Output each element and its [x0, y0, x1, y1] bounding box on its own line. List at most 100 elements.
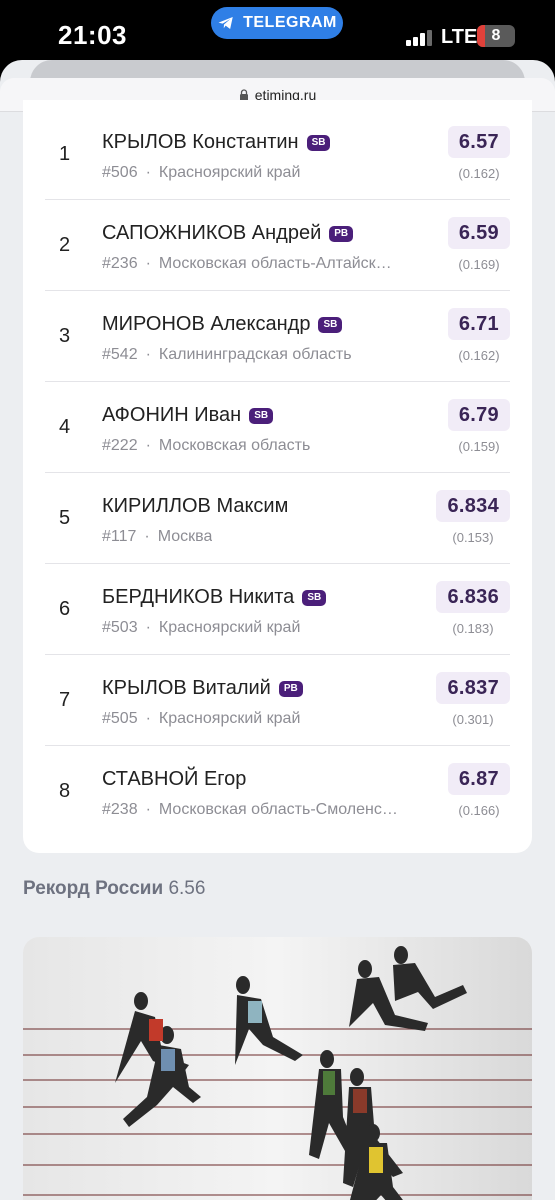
athlete-details: #236 · Московская область-Алтайск…	[102, 255, 392, 273]
reaction-time: (0.162)	[458, 166, 500, 181]
place-number: 6	[59, 598, 71, 620]
reaction-time: (0.169)	[458, 257, 500, 272]
row-divider	[45, 199, 510, 200]
browser-window: etiming.ru 1 КРЫЛОВ Константин SB #506 · Крас…	[0, 60, 555, 1200]
place-number: 2	[59, 234, 71, 256]
national-record: Рекорд России 6.56	[23, 878, 205, 900]
row-divider	[45, 290, 510, 291]
reaction-time: (0.183)	[452, 621, 494, 636]
athlete-name-line: КРЫЛОВ Константин SB	[102, 131, 331, 154]
reaction-time: (0.301)	[452, 712, 494, 727]
athlete-name-line: КИРИЛЛОВ Максим	[102, 495, 288, 518]
photo-finish-image[interactable]	[23, 937, 532, 1200]
sprinters-photo	[23, 937, 532, 1200]
place-number: 4	[59, 416, 71, 438]
battery-icon: 8	[477, 25, 515, 47]
telegram-label: TELEGRAM	[243, 14, 337, 31]
result-time: 6.834	[436, 490, 510, 522]
result-row[interactable]: 7 КРЫЛОВ Виталий PB #505 · Красноярский край 6…	[23, 654, 532, 745]
telegram-icon	[218, 17, 233, 29]
athlete-name-line: СТАВНОЙ Егор	[102, 768, 246, 791]
athlete-name-line: БЕРДНИКОВ Никита SB	[102, 586, 327, 609]
row-divider	[45, 563, 510, 564]
result-row[interactable]: 3 МИРОНОВ Александр SB #542 · Калининградская…	[23, 290, 532, 381]
record-badge: SB	[318, 316, 343, 333]
region: Москва	[157, 528, 213, 545]
athlete-details: #503 · Красноярский край	[102, 619, 300, 637]
athlete-details: #222 · Московская область	[102, 437, 310, 455]
separator-dot: ·	[145, 710, 151, 727]
athlete-name: КРЫЛОВ Константин	[102, 131, 299, 153]
athlete-name-line: АФОНИН Иван SB	[102, 404, 274, 427]
athlete-name: КРЫЛОВ Виталий	[102, 677, 271, 699]
record-badge: SB	[306, 134, 331, 151]
row-divider	[45, 472, 510, 473]
separator-dot: ·	[145, 619, 151, 636]
place-number: 5	[59, 507, 71, 529]
separator-dot: ·	[145, 801, 151, 818]
athlete-name-line: КРЫЛОВ Виталий PB	[102, 677, 303, 700]
bib-number: #117	[102, 528, 137, 545]
result-row[interactable]: 8 СТАВНОЙ Егор #238 · Московская область-Смо…	[23, 745, 532, 836]
record-value: 6.56	[168, 878, 206, 899]
record-badge: SB	[249, 407, 274, 424]
reaction-time: (0.159)	[458, 439, 500, 454]
athlete-name: СТАВНОЙ Егор	[102, 768, 247, 790]
bib-number: #222	[102, 437, 138, 454]
athlete-details: #238 · Московская область-Смоленс…	[102, 801, 398, 819]
athlete-details: #117 · Москва	[102, 528, 212, 546]
result-time: 6.71	[447, 308, 510, 340]
region: Московская область-Смоленс…	[158, 801, 398, 818]
reaction-time: (0.162)	[458, 348, 500, 363]
place-number: 3	[59, 325, 71, 347]
lock-icon	[239, 88, 248, 101]
athlete-details: #505 · Красноярский край	[102, 710, 300, 728]
network-type: LTE	[441, 26, 478, 48]
battery-level: 8	[491, 27, 501, 44]
record-badge: SB	[302, 589, 327, 606]
bib-number: #542	[102, 346, 138, 363]
result-row[interactable]: 6 БЕРДНИКОВ Никита SB #503 · Красноярский кра…	[23, 563, 532, 654]
bib-number: #506	[102, 164, 138, 181]
bib-number: #503	[102, 619, 138, 636]
bib-number: #236	[102, 255, 138, 272]
results-card: 1 КРЫЛОВ Константин SB #506 · Красноярский кр…	[23, 100, 532, 853]
athlete-name: БЕРДНИКОВ Никита	[102, 586, 295, 608]
row-divider	[45, 654, 510, 655]
record-badge: PB	[329, 225, 354, 242]
athlete-name: МИРОНОВ Александр	[102, 313, 311, 335]
place-number: 8	[59, 780, 71, 802]
place-number: 1	[59, 143, 71, 165]
region: Красноярский край	[158, 619, 301, 636]
record-badge: PB	[278, 680, 303, 697]
separator-dot: ·	[145, 255, 151, 272]
result-time: 6.79	[447, 399, 510, 431]
athlete-name: КИРИЛЛОВ Максим	[102, 495, 289, 517]
athlete-name-line: МИРОНОВ Александр SB	[102, 313, 343, 336]
row-divider	[45, 381, 510, 382]
bib-number: #505	[102, 710, 138, 727]
row-divider	[45, 745, 510, 746]
reaction-time: (0.166)	[458, 803, 500, 818]
region: Московская область-Алтайск…	[158, 255, 392, 272]
result-row[interactable]: 4 АФОНИН Иван SB #222 · Московская область 6.7…	[23, 381, 532, 472]
result-row[interactable]: 1 КРЫЛОВ Константин SB #506 · Красноярский кр…	[23, 108, 532, 199]
signal-icon	[406, 30, 432, 46]
region: Московская область	[158, 437, 311, 454]
place-number: 7	[59, 689, 71, 711]
separator-dot: ·	[145, 164, 151, 181]
result-row[interactable]: 2 САПОЖНИКОВ Андрей PB #236 · Московская обла…	[23, 199, 532, 290]
athlete-name: САПОЖНИКОВ Андрей	[102, 222, 322, 244]
athlete-name-line: САПОЖНИКОВ Андрей PB	[102, 222, 354, 245]
reaction-time: (0.153)	[452, 530, 494, 545]
athlete-details: #506 · Красноярский край	[102, 164, 300, 182]
telegram-return-pill[interactable]: TELEGRAM	[211, 7, 343, 39]
result-time: 6.836	[436, 581, 510, 613]
result-time: 6.57	[447, 126, 510, 158]
separator-dot: ·	[145, 437, 151, 454]
result-time: 6.837	[436, 672, 510, 704]
result-time: 6.87	[447, 763, 510, 795]
athlete-name: АФОНИН Иван	[102, 404, 242, 426]
result-row[interactable]: 5 КИРИЛЛОВ Максим #117 · Москва 6.834 (0.153)	[23, 472, 532, 563]
separator-dot: ·	[145, 346, 151, 363]
